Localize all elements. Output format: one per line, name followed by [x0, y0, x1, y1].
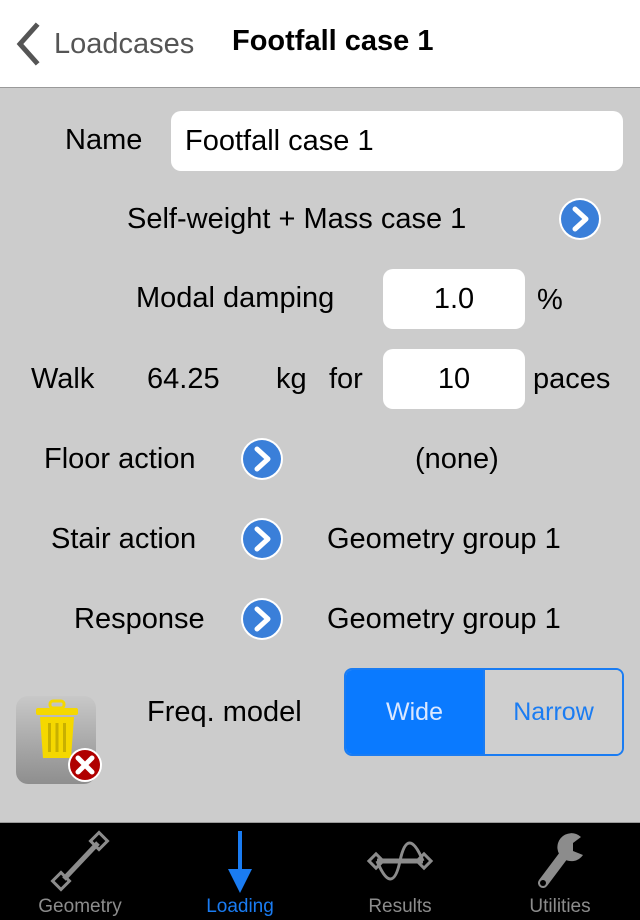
response-label: Response: [74, 603, 205, 635]
response-disclosure-button[interactable]: [240, 597, 284, 641]
name-field[interactable]: [171, 111, 623, 171]
tab-label: Results: [368, 896, 432, 917]
freq-model-segmented-control: Wide Narrow: [344, 668, 624, 756]
walk-mass-unit: kg: [276, 363, 307, 395]
chevron-right-circle-icon: [559, 198, 601, 240]
stair-action-disclosure-button[interactable]: [240, 517, 284, 561]
mass-case-disclosure-button[interactable]: [558, 197, 602, 241]
freq-model-wide-segment[interactable]: Wide: [346, 670, 483, 754]
floor-action-label: Floor action: [44, 443, 196, 475]
tab-label: Loading: [206, 896, 274, 917]
back-button[interactable]: Loadcases: [14, 22, 194, 66]
modal-damping-label: Modal damping: [136, 282, 335, 314]
stair-action-value: Geometry group 1: [327, 523, 561, 555]
wrench-icon: [538, 833, 583, 888]
tab-loading[interactable]: Loading: [160, 823, 320, 920]
response-value: Geometry group 1: [327, 603, 561, 635]
navigation-bar: Loadcases Footfall case 1: [0, 0, 640, 88]
tab-label: Geometry: [38, 896, 122, 917]
paces-field[interactable]: [383, 349, 525, 409]
walk-mass-value: 64.25: [147, 363, 220, 395]
chevron-right-circle-icon: [241, 598, 283, 640]
tab-geometry[interactable]: Geometry: [0, 823, 160, 920]
tab-label: Utilities: [529, 896, 591, 917]
tab-utilities[interactable]: Utilities: [480, 823, 640, 920]
page-title: Footfall case 1: [232, 25, 434, 57]
trash-delete-icon: [16, 696, 102, 784]
modal-damping-field[interactable]: [383, 269, 525, 329]
walk-for-label: for: [329, 363, 363, 395]
loading-arrow-icon: [228, 831, 252, 893]
floor-action-disclosure-button[interactable]: [240, 437, 284, 481]
chevron-left-icon: [16, 22, 40, 66]
chevron-right-circle-icon: [241, 438, 283, 480]
tab-bar: Geometry Loading Results Utilities: [0, 822, 640, 920]
stair-action-label: Stair action: [51, 523, 197, 555]
tab-results[interactable]: Results: [320, 823, 480, 920]
walk-label: Walk: [31, 363, 95, 395]
name-label: Name: [65, 124, 143, 156]
floor-action-value: (none): [415, 443, 499, 475]
freq-model-narrow-segment[interactable]: Narrow: [483, 670, 622, 754]
mass-case-label: Self-weight + Mass case 1: [127, 203, 467, 235]
paces-unit: paces: [533, 363, 611, 395]
results-wave-icon: [366, 841, 434, 881]
chevron-right-circle-icon: [241, 518, 283, 560]
freq-model-label: Freq. model: [147, 696, 302, 728]
delete-loadcase-button[interactable]: [16, 696, 104, 784]
back-label: Loadcases: [54, 27, 195, 60]
geometry-icon: [50, 830, 110, 892]
modal-damping-unit: %: [537, 284, 563, 316]
